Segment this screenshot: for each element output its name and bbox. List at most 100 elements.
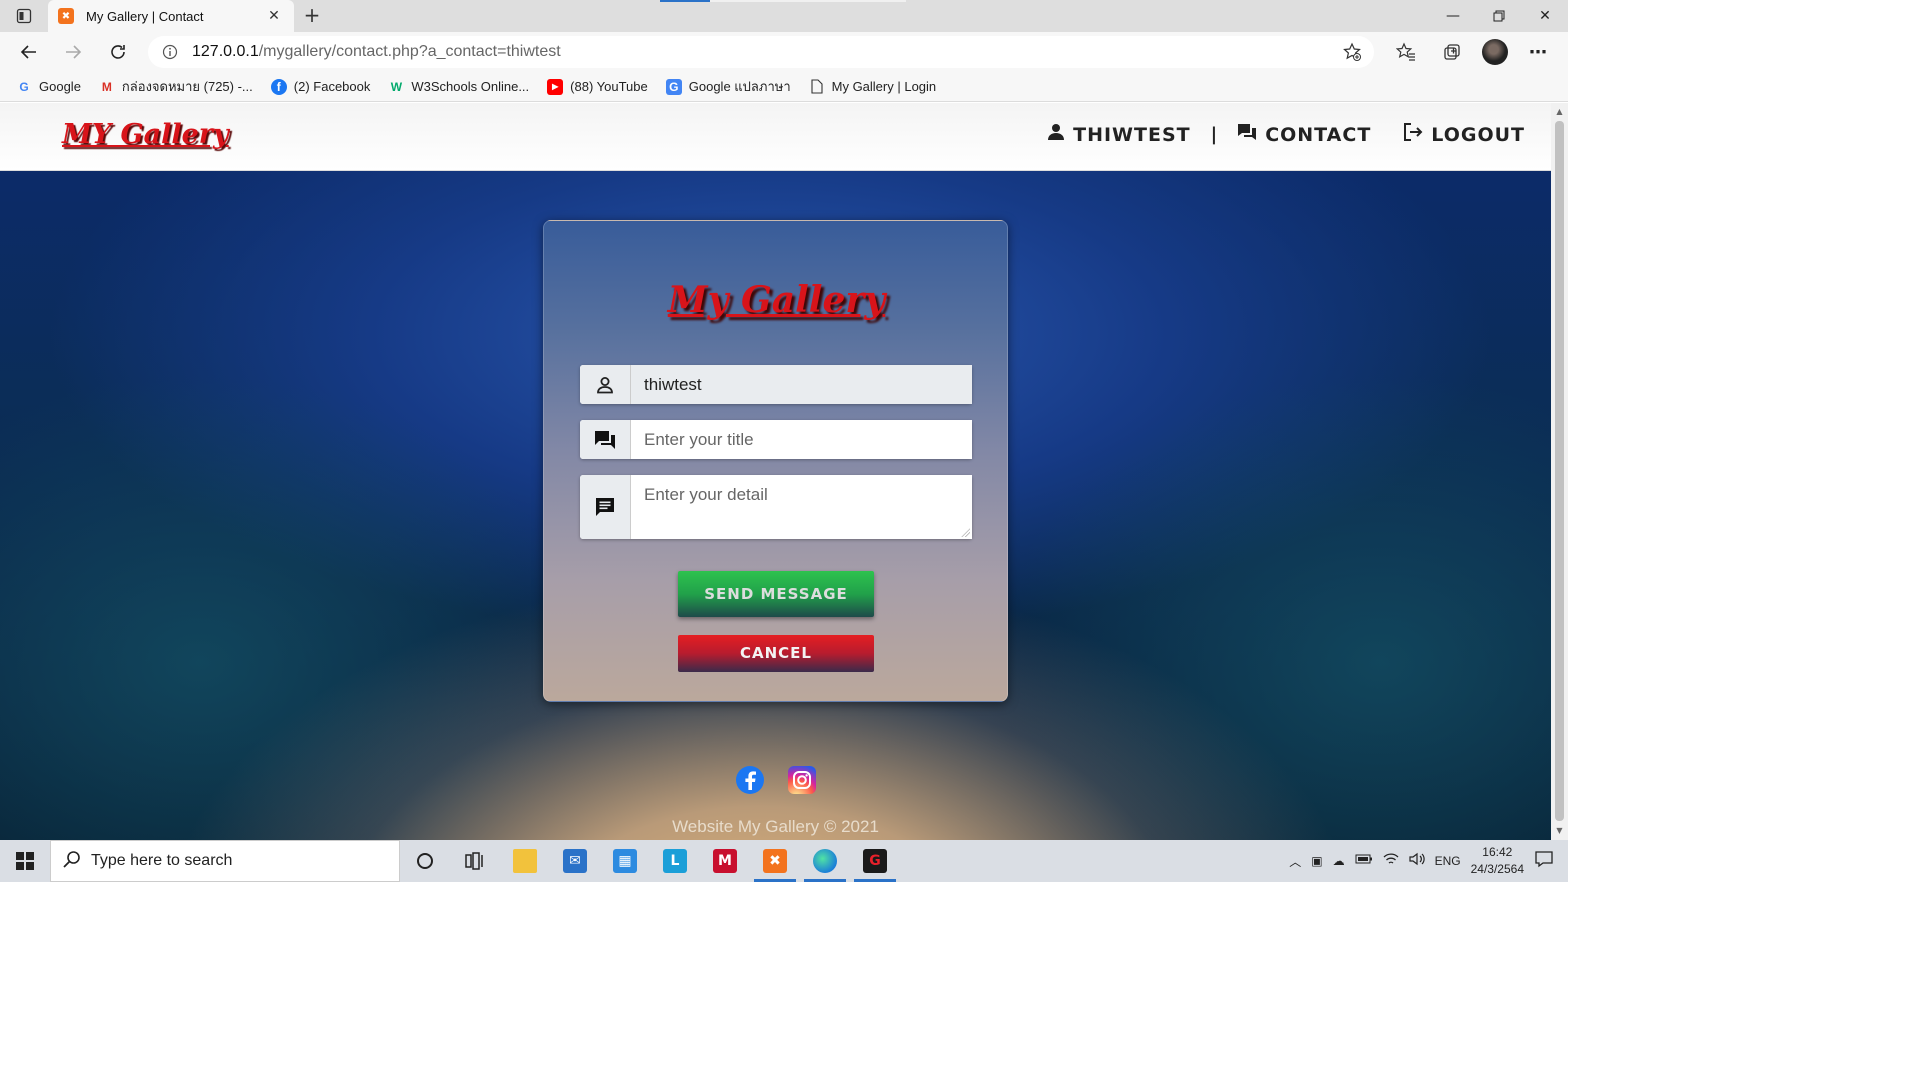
bookmark-label: (2) Facebook: [293, 79, 371, 94]
mcafee-icon[interactable]: M: [700, 840, 750, 882]
site-logo[interactable]: MY Gallery: [62, 119, 229, 150]
nav-user-label: THIWTEST: [1073, 123, 1191, 146]
facebook-icon[interactable]: [736, 766, 764, 794]
nav-logout[interactable]: LOGOUT: [1403, 123, 1525, 146]
tab-close-icon[interactable]: ✕: [264, 8, 284, 24]
taskbar-search[interactable]: Type here to search: [50, 840, 400, 882]
restore-icon[interactable]: [1476, 0, 1522, 32]
back-arrow-icon[interactable]: [14, 38, 44, 66]
notifications-icon[interactable]: [1534, 850, 1554, 872]
edge-browser-icon[interactable]: [800, 840, 850, 882]
bookmark-gmail[interactable]: M กล่องจดหมาย (725) -...: [99, 76, 253, 97]
bookmark-label: My Gallery | Login: [831, 79, 937, 94]
site-info-icon[interactable]: [160, 42, 180, 62]
nav-user[interactable]: THIWTEST: [1047, 123, 1190, 146]
nav-logout-label: LOGOUT: [1431, 123, 1525, 146]
bookmark-label: Google แปลภาษา: [688, 79, 791, 94]
toolbar-actions: ⋯: [1390, 38, 1554, 66]
minimize-icon[interactable]: —: [1430, 0, 1476, 32]
bookmark-label: กล่องจดหมาย (725) -...: [121, 79, 253, 94]
collections-icon[interactable]: [1436, 38, 1468, 66]
w3schools-icon: W: [390, 79, 403, 94]
line-app-icon[interactable]: L: [650, 840, 700, 882]
language-indicator[interactable]: ENG: [1435, 854, 1461, 868]
tab-indicator: [710, 0, 906, 2]
bookmark-translate[interactable]: G Google แปลภาษา: [665, 76, 791, 97]
scrollbar-thumb[interactable]: [1555, 121, 1564, 821]
message-icon: [580, 475, 631, 539]
browser-toolbar: 127.0.0.1/mygallery/contact.php?a_contac…: [0, 32, 1568, 72]
bookmarks-bar: G Google M กล่องจดหมาย (725) -... f (2) …: [0, 72, 1568, 102]
clock-time: 16:42: [1482, 845, 1513, 859]
browser-tabstrip: ✖ My Gallery | Contact ✕ + — ✕: [0, 0, 1568, 32]
send-message-button[interactable]: SEND MESSAGE: [678, 571, 874, 617]
scroll-up-icon[interactable]: ▲: [1551, 105, 1568, 119]
more-menu-icon[interactable]: ⋯: [1522, 38, 1554, 66]
username-field: [580, 365, 972, 404]
tab-indicator: [660, 0, 710, 2]
facebook-icon: f: [270, 78, 287, 95]
site-header: MY Gallery THIWTEST | CONTACT LOGOUT: [0, 103, 1551, 171]
refresh-icon[interactable]: [103, 38, 133, 66]
address-bar[interactable]: 127.0.0.1/mygallery/contact.php?a_contac…: [148, 36, 1374, 68]
windows-taskbar: Type here to search ✉ ▦ L M ✖ G ︿ ▣ ☁ EN…: [0, 840, 1568, 882]
person-icon: [580, 365, 631, 404]
google-icon: G: [19, 79, 29, 94]
start-windows-icon[interactable]: [0, 840, 50, 882]
site-nav: THIWTEST | CONTACT LOGOUT: [1047, 123, 1525, 146]
detail-textarea[interactable]: [631, 475, 972, 539]
title-input[interactable]: [631, 420, 972, 459]
bookmark-youtube[interactable]: ▶ (88) YouTube: [547, 78, 648, 95]
nav-contact-label: CONTACT: [1265, 123, 1372, 146]
profile-avatar[interactable]: [1482, 39, 1508, 65]
tab-actions-icon[interactable]: [10, 6, 38, 26]
contact-form-card: My Gallery SEND MESSAGE CANCEL: [543, 220, 1008, 702]
cancel-button[interactable]: CANCEL: [678, 635, 874, 672]
username-input[interactable]: [631, 365, 972, 404]
window-controls: — ✕: [1430, 0, 1568, 32]
bookmark-google[interactable]: G Google: [16, 79, 81, 95]
user-icon: [1047, 123, 1065, 146]
forum-icon: [580, 420, 631, 459]
mail-icon[interactable]: ✉: [550, 840, 600, 882]
cortana-icon[interactable]: [400, 840, 450, 882]
volume-icon[interactable]: [1408, 852, 1425, 870]
file-explorer-icon[interactable]: [500, 840, 550, 882]
close-window-icon[interactable]: ✕: [1522, 0, 1568, 32]
garena-icon[interactable]: G: [850, 840, 900, 882]
bookmark-label: Google: [39, 79, 81, 94]
bookmark-w3schools[interactable]: W W3Schools Online...: [388, 79, 529, 95]
detail-field: [580, 475, 972, 539]
system-tray: ︿ ▣ ☁ ENG 16:42 24/3/2564: [1289, 840, 1568, 882]
store-icon[interactable]: ▦: [600, 840, 650, 882]
bookmark-label: (88) YouTube: [570, 79, 648, 94]
search-icon: [63, 850, 81, 873]
onedrive-icon[interactable]: ☁: [1333, 854, 1345, 868]
bookmark-facebook[interactable]: f (2) Facebook: [270, 78, 371, 95]
wifi-icon[interactable]: [1383, 852, 1399, 870]
tab-title: My Gallery | Contact: [86, 8, 204, 24]
new-tab-icon[interactable]: +: [300, 4, 324, 28]
bookmark-my-gallery-login[interactable]: My Gallery | Login: [809, 79, 937, 95]
clock[interactable]: 16:42 24/3/2564: [1471, 844, 1524, 878]
task-view-icon[interactable]: [450, 840, 500, 882]
add-favorite-icon[interactable]: [1342, 42, 1362, 66]
translate-icon: G: [665, 78, 682, 95]
browser-tab-active[interactable]: ✖ My Gallery | Contact ✕: [48, 0, 294, 32]
instagram-icon[interactable]: [788, 766, 816, 794]
favorites-icon[interactable]: [1390, 38, 1422, 66]
xampp-favicon-icon: ✖: [58, 8, 74, 24]
forward-arrow-icon[interactable]: [58, 38, 88, 66]
chat-icon: [1237, 123, 1257, 146]
battery-icon[interactable]: [1355, 853, 1373, 869]
page-icon: [809, 79, 825, 95]
nav-contact[interactable]: CONTACT: [1237, 123, 1371, 146]
show-hidden-icons-icon[interactable]: ︿: [1289, 853, 1301, 870]
xampp-icon[interactable]: ✖: [750, 840, 800, 882]
youtube-icon: ▶: [547, 78, 564, 95]
scroll-down-icon[interactable]: ▼: [1551, 824, 1568, 838]
resize-handle-icon[interactable]: [961, 528, 970, 537]
page-scrollbar[interactable]: ▲ ▼: [1551, 103, 1568, 840]
meet-now-icon[interactable]: ▣: [1311, 854, 1322, 868]
url-text: 127.0.0.1/mygallery/contact.php?a_contac…: [192, 43, 561, 61]
